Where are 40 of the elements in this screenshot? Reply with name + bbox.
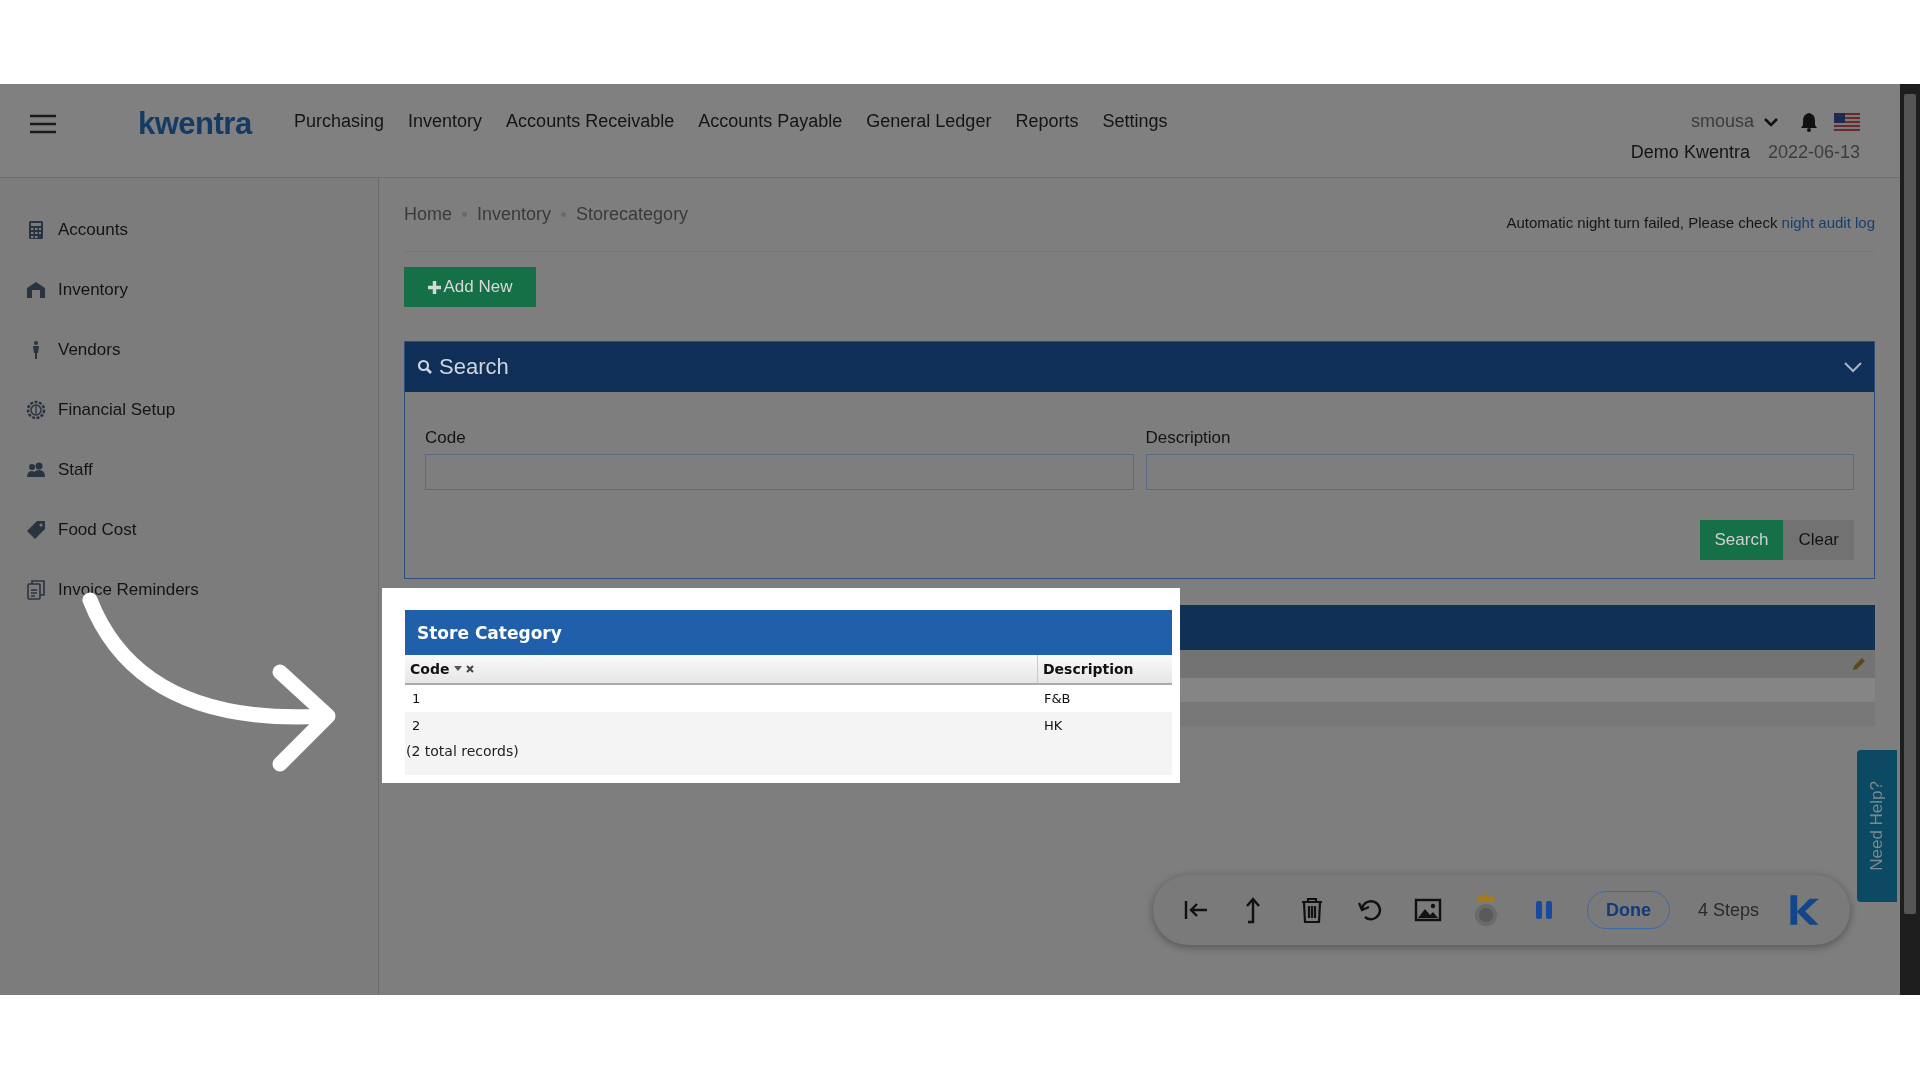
sidebar-item[interactable]: Financial Setup bbox=[58, 400, 176, 420]
notice-text: Automatic night turn failed, Please check night audit log bbox=[1506, 214, 1875, 231]
sidebar-item[interactable]: Accounts bbox=[58, 220, 128, 240]
breadcrumb-link[interactable]: Inventory bbox=[477, 204, 552, 225]
sidebar-item[interactable]: Vendors bbox=[58, 340, 121, 360]
user-menu[interactable]: smousa bbox=[1690, 111, 1754, 132]
search-button[interactable]: Search bbox=[1699, 520, 1784, 560]
nav-link[interactable]: Reports bbox=[1015, 111, 1079, 132]
sidebar-item[interactable]: Invoice Reminders bbox=[58, 580, 199, 600]
nav-link[interactable]: Purchasing bbox=[294, 111, 385, 132]
column-header[interactable]: Description bbox=[1037, 655, 1172, 683]
company-name: Demo Kwentra bbox=[1630, 142, 1750, 163]
sidebar-item[interactable]: Inventory bbox=[58, 280, 128, 300]
logo[interactable]: kwentra bbox=[138, 106, 278, 142]
field-label: Description bbox=[1145, 428, 1232, 448]
table-cell-text: 1 bbox=[411, 691, 422, 706]
search-title: Search bbox=[439, 354, 509, 380]
date-label: 2022-06-13 bbox=[1767, 142, 1860, 163]
night-audit-link[interactable]: night audit log bbox=[1781, 214, 1875, 231]
nav-link[interactable]: General Ledger bbox=[866, 111, 992, 132]
search-panel-header[interactable]: Search bbox=[405, 342, 1874, 392]
field-label: Code bbox=[425, 428, 467, 448]
nav-link[interactable]: Settings bbox=[1102, 111, 1168, 132]
clear-button[interactable]: Clear bbox=[1783, 520, 1854, 560]
breadcrumb-link[interactable]: Storecategory bbox=[576, 204, 689, 225]
step-count: 4 Steps bbox=[1698, 899, 1760, 921]
table-cell-text: HK bbox=[1043, 718, 1064, 733]
need-help-tab[interactable]: Need Help? bbox=[1857, 750, 1897, 902]
table-cell-text: 2 bbox=[411, 718, 422, 733]
nav-link[interactable]: Accounts Receivable bbox=[506, 111, 675, 132]
record-count: (2 total records) bbox=[405, 742, 519, 759]
nav-link[interactable]: Inventory bbox=[408, 111, 483, 132]
breadcrumb-link[interactable]: Home bbox=[404, 204, 452, 225]
column-header[interactable]: Code bbox=[405, 655, 1037, 683]
add-new-button[interactable]: Add New bbox=[404, 267, 536, 307]
table-cell-text: F&B bbox=[1043, 691, 1072, 706]
sidebar-item[interactable]: Food Cost bbox=[58, 520, 137, 540]
sidebar-item[interactable]: Staff bbox=[58, 460, 93, 480]
nav-link[interactable]: Accounts Payable bbox=[698, 111, 843, 132]
table-title: Store Category bbox=[405, 610, 1172, 655]
